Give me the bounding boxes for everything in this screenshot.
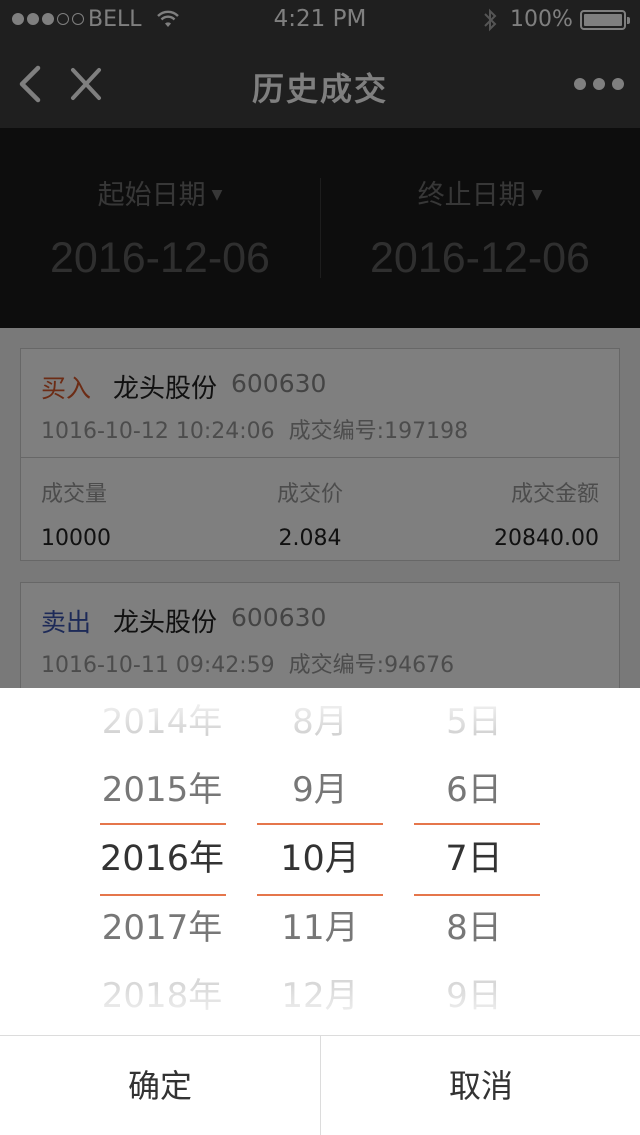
year-option-selected[interactable]: 2016年 (82, 825, 242, 893)
date-picker: 2014年 2015年 2016年 2017年 2018年 8月 9月 10月 … (0, 688, 640, 1035)
cancel-button[interactable]: 取消 (321, 1036, 640, 1135)
month-option[interactable]: 8月 (240, 688, 400, 756)
year-option[interactable]: 2014年 (82, 688, 242, 756)
day-option[interactable]: 6日 (394, 756, 554, 824)
year-option[interactable]: 2017年 (82, 894, 242, 962)
month-option-selected[interactable]: 10月 (240, 825, 400, 893)
year-selection-line-top (100, 823, 226, 825)
year-option[interactable]: 2018年 (82, 962, 242, 1030)
month-option[interactable]: 9月 (240, 756, 400, 824)
day-wheel[interactable]: 5日 6日 7日 8日 9日 (394, 688, 554, 1035)
modal-overlay[interactable] (0, 0, 640, 688)
confirm-button[interactable]: 确定 (0, 1036, 320, 1135)
day-selection-line-top (414, 823, 540, 825)
year-selection-line-bottom (100, 894, 226, 896)
picker-action-bar: 确定 取消 (0, 1035, 640, 1135)
year-option[interactable]: 2015年 (82, 756, 242, 824)
day-selection-line-bottom (414, 894, 540, 896)
month-selection-line-bottom (257, 894, 383, 896)
month-wheel[interactable]: 8月 9月 10月 11月 12月 (240, 688, 400, 1035)
month-selection-line-top (257, 823, 383, 825)
day-option-selected[interactable]: 7日 (394, 825, 554, 893)
month-option[interactable]: 11月 (240, 894, 400, 962)
day-option[interactable]: 5日 (394, 688, 554, 756)
day-option[interactable]: 9日 (394, 962, 554, 1030)
month-option[interactable]: 12月 (240, 962, 400, 1030)
year-wheel[interactable]: 2014年 2015年 2016年 2017年 2018年 (82, 688, 242, 1035)
day-option[interactable]: 8日 (394, 894, 554, 962)
